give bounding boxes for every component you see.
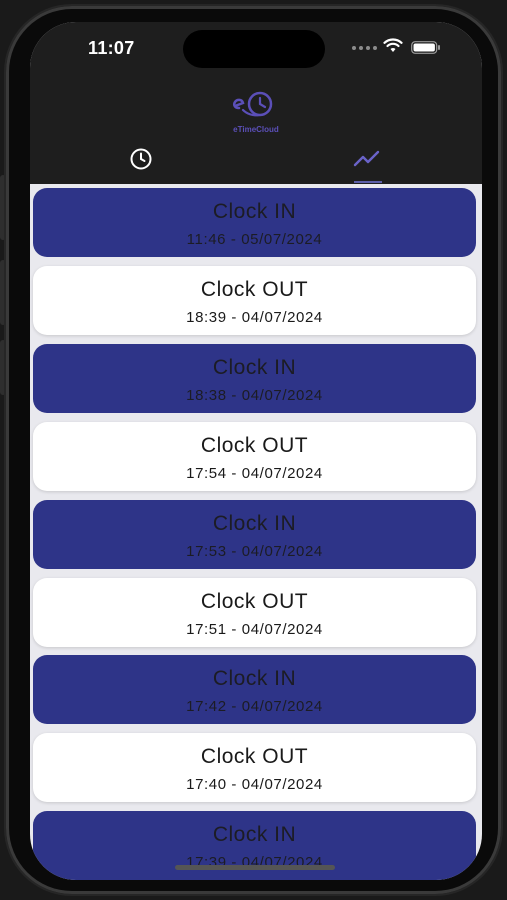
entry-datetime: 17:53 - 04/07/2024 bbox=[186, 543, 323, 560]
battery-icon bbox=[411, 41, 440, 54]
clock-in-entry[interactable]: Clock IN 11:46 - 05/07/2024 bbox=[33, 188, 476, 257]
entry-label: Clock OUT bbox=[200, 590, 309, 613]
cellular-signal-icon bbox=[352, 46, 377, 50]
entry-label: Clock IN bbox=[212, 356, 297, 379]
clock-in-entry[interactable]: Clock IN 18:38 - 04/07/2024 bbox=[33, 344, 476, 413]
clock-in-entry[interactable]: Clock IN 17:42 - 04/07/2024 bbox=[33, 655, 476, 724]
clock-out-entry[interactable]: Clock OUT 17:40 - 04/07/2024 bbox=[33, 733, 476, 802]
entry-datetime: 17:51 - 04/07/2024 bbox=[186, 621, 323, 638]
entry-label: Clock OUT bbox=[200, 745, 309, 768]
entry-label: Clock OUT bbox=[200, 434, 309, 457]
entry-datetime: 18:38 - 04/07/2024 bbox=[186, 387, 323, 404]
tab-trends[interactable] bbox=[350, 144, 384, 174]
logo-text: eTimeCloud bbox=[233, 125, 279, 134]
entry-datetime: 17:40 - 04/07/2024 bbox=[186, 776, 323, 793]
status-bar: 11:07 bbox=[30, 22, 482, 84]
trending-up-icon bbox=[353, 150, 380, 167]
entry-label: Clock IN bbox=[212, 512, 297, 535]
entry-label: Clock IN bbox=[212, 667, 297, 690]
tab-clock[interactable] bbox=[124, 144, 158, 174]
dynamic-island bbox=[183, 30, 325, 68]
phone-screen: 11:07 eTimeCloud Clock IN 11:46 - 05/07/… bbox=[30, 22, 482, 880]
clock-icon bbox=[130, 148, 152, 170]
status-time: 11:07 bbox=[88, 38, 135, 58]
clock-in-entry[interactable]: Clock IN 17:53 - 04/07/2024 bbox=[33, 500, 476, 569]
active-tab-indicator bbox=[354, 181, 382, 183]
entry-label: Clock IN bbox=[212, 823, 297, 846]
clock-out-entry[interactable]: Clock OUT 18:39 - 04/07/2024 bbox=[33, 266, 476, 335]
app-header: eTimeCloud bbox=[30, 84, 482, 184]
entry-datetime: 17:54 - 04/07/2024 bbox=[186, 465, 323, 482]
home-indicator[interactable] bbox=[175, 865, 335, 870]
entry-label: Clock IN bbox=[212, 200, 297, 223]
entry-datetime: 18:39 - 04/07/2024 bbox=[186, 309, 323, 326]
clock-out-entry[interactable]: Clock OUT 17:51 - 04/07/2024 bbox=[33, 578, 476, 647]
clock-out-entry[interactable]: Clock OUT 17:54 - 04/07/2024 bbox=[33, 422, 476, 491]
entry-datetime: 17:42 - 04/07/2024 bbox=[186, 698, 323, 715]
etimecloud-logo: eTimeCloud bbox=[225, 90, 287, 134]
entry-datetime: 11:46 - 05/07/2024 bbox=[186, 231, 323, 248]
clock-entries-list[interactable]: Clock IN 11:46 - 05/07/2024 Clock OUT 18… bbox=[30, 184, 482, 880]
entry-label: Clock OUT bbox=[200, 278, 309, 301]
wifi-icon bbox=[383, 38, 403, 52]
